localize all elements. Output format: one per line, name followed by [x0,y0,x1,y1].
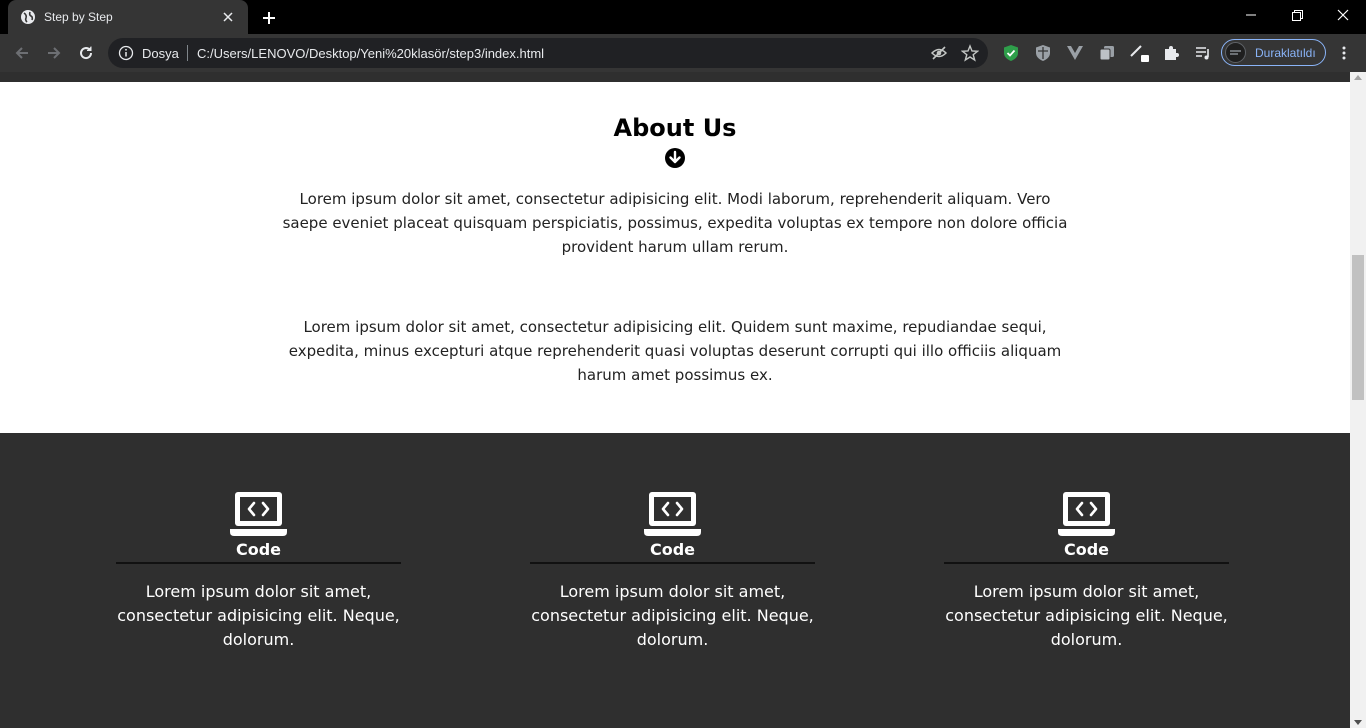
feature-title: Code [235,540,282,559]
feature-title: Code [1063,540,1110,559]
copy-extension-icon[interactable] [1096,42,1118,64]
more-menu-icon[interactable] [1333,42,1355,64]
laptop-code-icon [229,491,288,539]
address-bar[interactable]: Dosya C:/Users/LENOVO/Desktop/Yeni%20kla… [108,38,988,68]
close-window-button[interactable] [1320,0,1366,30]
info-icon[interactable] [118,45,134,61]
profile-button[interactable]: Duraklatıldı [1221,39,1326,66]
scroll-up-arrow-icon[interactable] [1354,75,1362,80]
eye-off-icon[interactable] [930,44,948,62]
about-title: About Us [613,114,737,142]
about-paragraph-2: Lorem ipsum dolor sit amet, consectetur … [288,318,1062,384]
page-viewport: About Us Lorem ipsum dolor sit amet, con… [0,72,1366,728]
scrollbar-thumb[interactable] [1352,255,1364,400]
feature-divider [944,562,1229,564]
extensions-puzzle-icon[interactable] [1160,42,1182,64]
forward-button[interactable] [41,40,67,66]
vue-extension-icon[interactable] [1064,42,1086,64]
about-section: About Us Lorem ipsum dolor sit amet, con… [0,82,1350,433]
about-paragraph-1: Lorem ipsum dolor sit amet, consectetur … [282,190,1068,256]
laptop-code-icon [1057,491,1116,539]
features-section: Code Lorem ipsum dolor sit amet, consect… [0,433,1350,728]
globe-icon [20,9,36,25]
reload-button[interactable] [73,40,99,66]
tab-title: Step by Step [44,10,113,24]
profile-status-label: Duraklatıldı [1255,45,1316,60]
bookmark-star-icon[interactable] [961,44,979,62]
browser-tab[interactable]: Step by Step [8,0,248,34]
media-playlist-icon[interactable] [1192,42,1214,64]
pen-extension-icon[interactable] [1128,42,1150,64]
arrow-circle-down-icon [665,148,685,168]
close-tab-icon[interactable] [220,9,236,25]
feature-card: Code Lorem ipsum dolor sit amet, consect… [116,433,401,728]
feature-text: Lorem ipsum dolor sit amet, consectetur … [117,582,400,649]
feature-text: Lorem ipsum dolor sit amet, consectetur … [531,582,814,649]
security-label: Dosya [142,46,179,61]
url-text[interactable]: C:/Users/LENOVO/Desktop/Yeni%20klasör/st… [197,46,544,61]
minimize-button[interactable] [1228,0,1274,30]
avatar [1225,42,1246,63]
laptop-code-icon [643,491,702,539]
feature-divider [530,562,815,564]
shield-green-extension-icon[interactable] [1000,42,1022,64]
feature-divider [116,562,401,564]
address-divider [187,45,188,61]
vertical-scrollbar[interactable] [1350,72,1366,728]
feature-card: Code Lorem ipsum dolor sit amet, consect… [530,433,815,728]
tab-strip: Step by Step [0,0,1366,34]
browser-toolbar: Dosya C:/Users/LENOVO/Desktop/Yeni%20kla… [0,34,1366,72]
feature-card: Code Lorem ipsum dolor sit amet, consect… [944,433,1229,728]
back-button[interactable] [9,40,35,66]
shield-extension-icon[interactable] [1032,42,1054,64]
feature-title: Code [649,540,696,559]
new-tab-button[interactable] [258,7,280,29]
scroll-down-arrow-icon[interactable] [1354,720,1362,725]
restore-button[interactable] [1274,0,1320,30]
feature-text: Lorem ipsum dolor sit amet, consectetur … [945,582,1228,649]
header-strip [0,72,1350,82]
